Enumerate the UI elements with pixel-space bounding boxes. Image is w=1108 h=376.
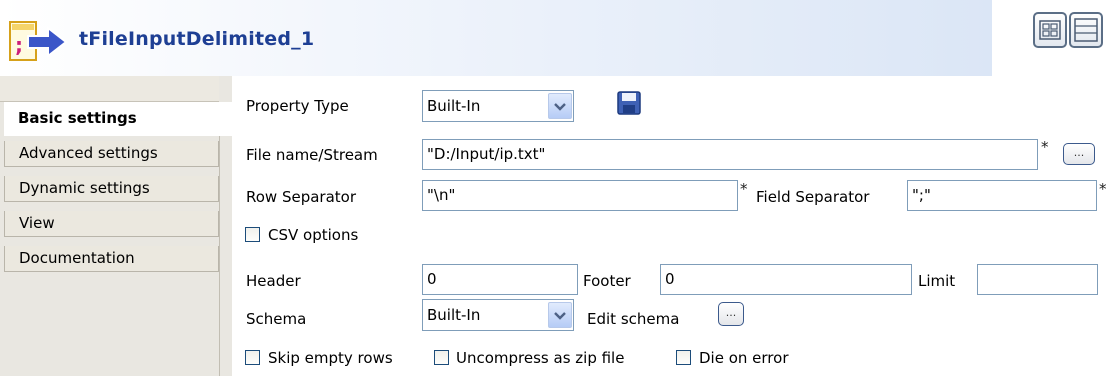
schema-value: Built-In (427, 306, 481, 324)
limit-label: Limit (918, 272, 956, 290)
row-separator-input[interactable]: "\n" (422, 180, 738, 211)
edit-schema-label: Edit schema (587, 310, 680, 328)
tab-basic-settings[interactable]: Basic settings (4, 102, 232, 136)
save-icon[interactable] (616, 90, 642, 116)
svg-text:;: ; (15, 33, 23, 57)
grid-view-icon (1039, 20, 1061, 40)
required-mark: * (1099, 180, 1107, 198)
field-separator-label: Field Separator (756, 188, 870, 206)
field-separator-input[interactable]: ";" (907, 180, 1097, 211)
tab-view[interactable]: View (4, 211, 219, 237)
chevron-down-icon (554, 312, 566, 320)
footer-input[interactable]: 0 (660, 264, 912, 295)
csv-options-checkbox[interactable] (245, 227, 260, 242)
footer-label: Footer (583, 272, 631, 290)
die-on-error-label: Die on error (699, 349, 789, 367)
schema-dropdown-button[interactable] (548, 302, 572, 328)
grid-view-button[interactable] (1033, 12, 1067, 48)
required-mark: * (740, 180, 748, 198)
schema-select[interactable]: Built-In (422, 299, 574, 331)
required-mark: * (1041, 138, 1049, 156)
component-title: tFileInputDelimited_1 (79, 28, 315, 50)
schema-label: Schema (246, 310, 307, 328)
sidebar-divider (219, 136, 220, 376)
file-name-input[interactable]: "D:/Input/ip.txt" (422, 139, 1038, 170)
limit-input[interactable] (977, 264, 1098, 295)
tab-dynamic-settings[interactable]: Dynamic settings (4, 176, 219, 202)
header-input[interactable]: 0 (422, 264, 578, 295)
die-on-error-checkbox[interactable] (676, 350, 691, 365)
tab-documentation[interactable]: Documentation (4, 246, 219, 272)
file-input-component-icon: ; (9, 21, 68, 61)
uncompress-zip-checkbox[interactable] (434, 350, 449, 365)
tab-advanced-settings[interactable]: Advanced settings (4, 141, 219, 167)
list-view-button[interactable] (1069, 12, 1103, 48)
property-type-dropdown-button[interactable] (548, 93, 572, 119)
file-name-label: File name/Stream (246, 146, 378, 164)
chevron-down-icon (554, 103, 566, 111)
sidebar-header-strip (0, 76, 219, 102)
edit-schema-button[interactable]: ... (718, 302, 744, 326)
row-separator-label: Row Separator (246, 188, 357, 206)
property-type-select[interactable]: Built-In (422, 90, 574, 122)
property-type-value: Built-In (427, 97, 481, 115)
property-type-label: Property Type (246, 97, 349, 115)
header-label: Header (246, 272, 301, 290)
list-view-icon (1074, 18, 1098, 42)
skip-empty-rows-checkbox[interactable] (245, 350, 260, 365)
uncompress-zip-label: Uncompress as zip file (456, 349, 625, 367)
browse-file-button[interactable]: ... (1063, 143, 1095, 165)
csv-options-label: CSV options (268, 226, 359, 244)
skip-empty-rows-label: Skip empty rows (268, 349, 393, 367)
